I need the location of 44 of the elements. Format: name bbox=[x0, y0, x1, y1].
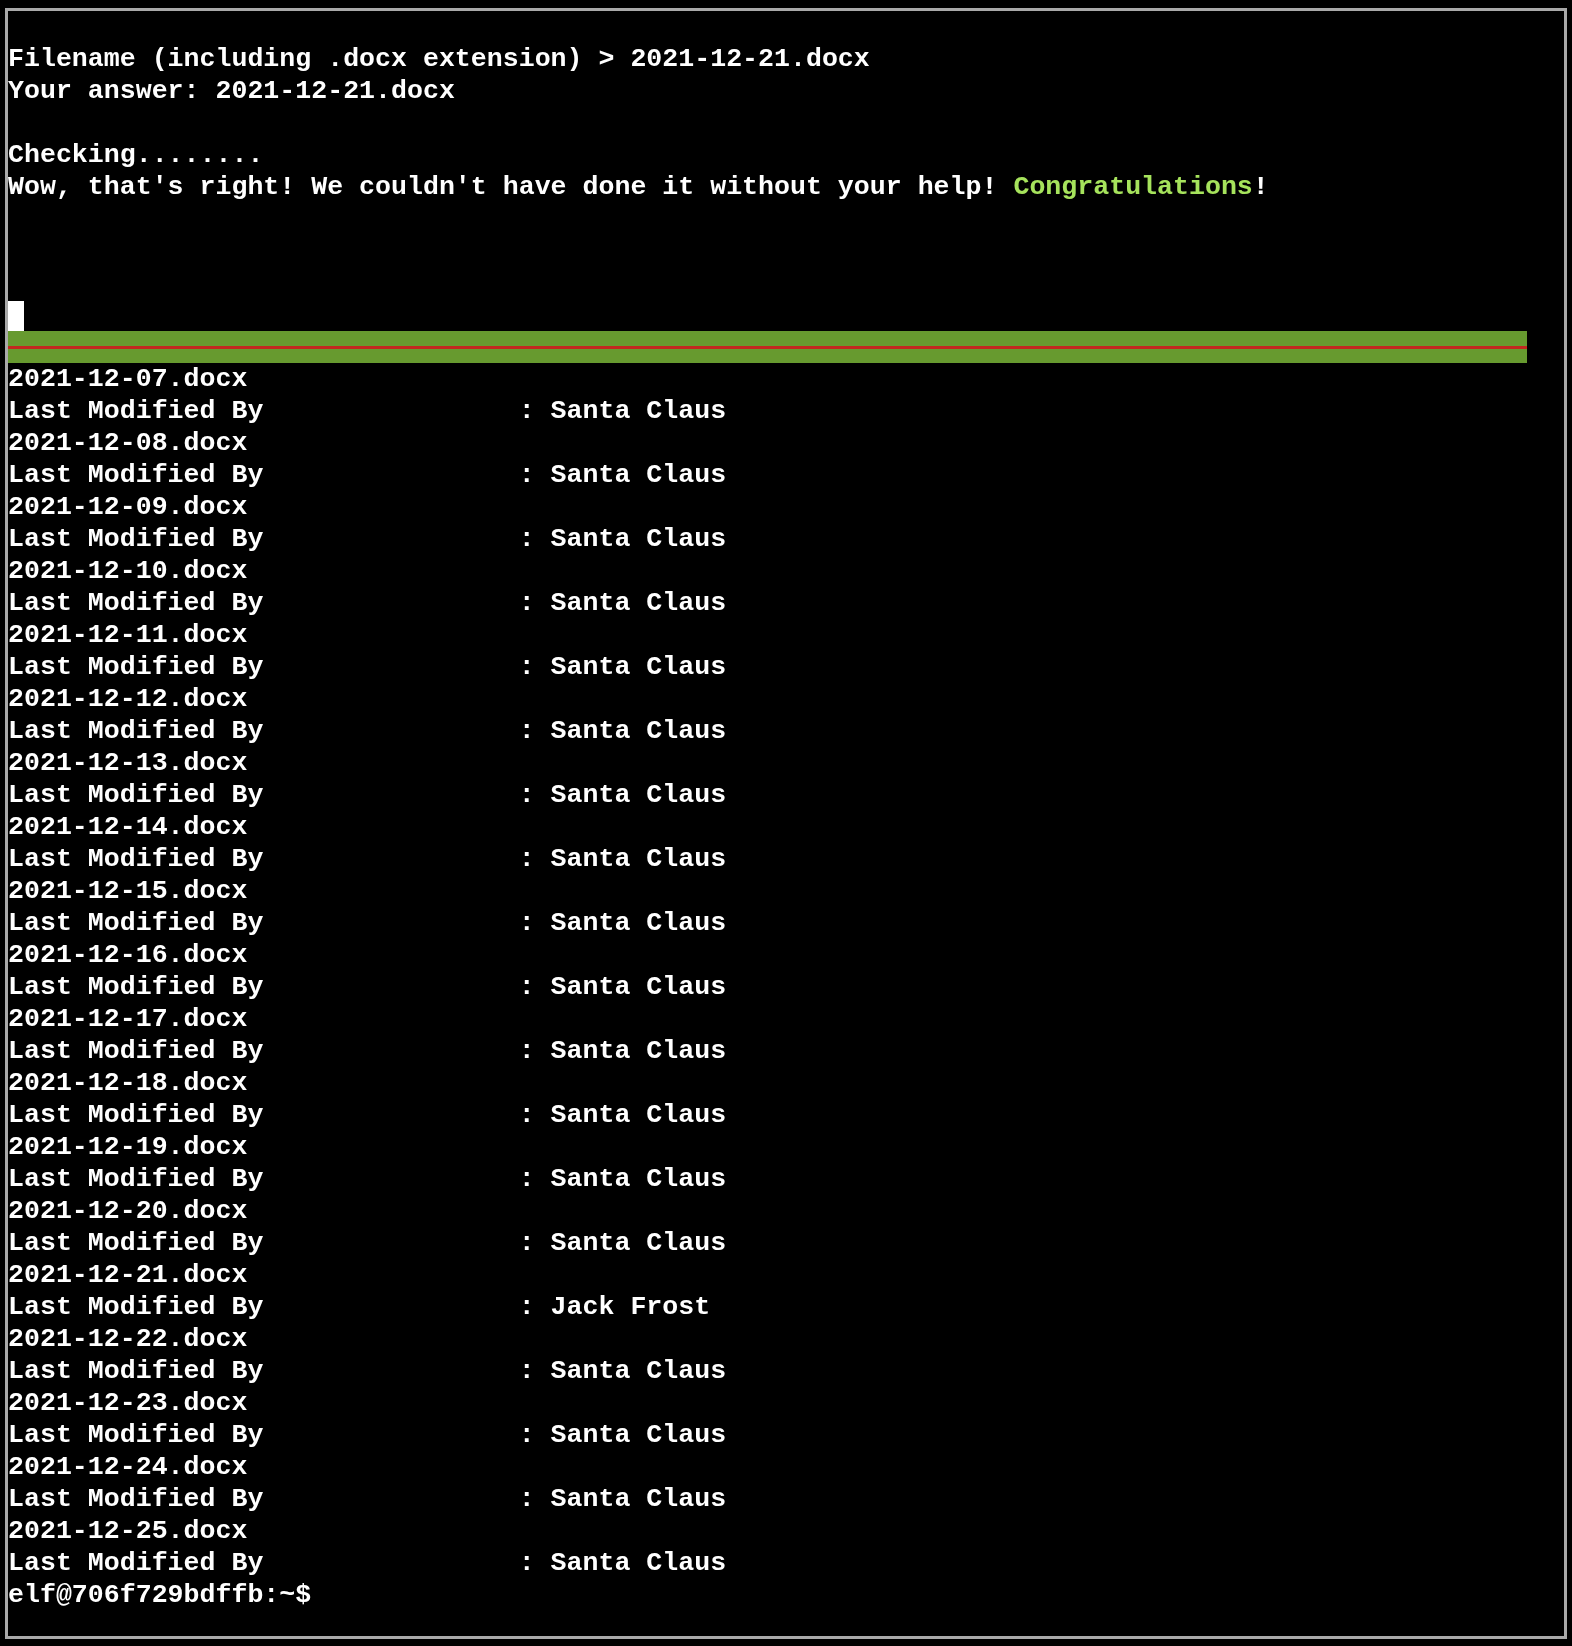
file-name: 2021-12-07.docx bbox=[8, 363, 248, 395]
metadata-line: Last Modified By : Jack Frost bbox=[8, 1291, 711, 1323]
file-name: 2021-12-20.docx bbox=[8, 1195, 248, 1227]
metadata-line: Last Modified By : Santa Claus bbox=[8, 1419, 727, 1451]
shell-prompt: elf@706f729bdffb:~$ bbox=[8, 1579, 312, 1611]
file-name: 2021-12-11.docx bbox=[8, 619, 248, 651]
file-name: 2021-12-08.docx bbox=[8, 427, 248, 459]
metadata-line: Last Modified By : Santa Claus bbox=[8, 651, 727, 683]
metadata-line: Last Modified By : Santa Claus bbox=[8, 1163, 727, 1195]
file-name: 2021-12-22.docx bbox=[8, 1323, 248, 1355]
metadata-line: Last Modified By : Santa Claus bbox=[8, 1547, 727, 1579]
text-cursor bbox=[8, 301, 24, 331]
metadata-line: Last Modified By : Santa Claus bbox=[8, 1099, 727, 1131]
file-name: 2021-12-19.docx bbox=[8, 1131, 248, 1163]
file-name: 2021-12-23.docx bbox=[8, 1387, 248, 1419]
metadata-line: Last Modified By : Santa Claus bbox=[8, 1355, 727, 1387]
terminal-line: Filename (including .docx extension) > 2021-12-21.docx bbox=[8, 43, 870, 75]
metadata-line: Last Modified By : Santa Claus bbox=[8, 1227, 727, 1259]
file-name: 2021-12-17.docx bbox=[8, 1003, 248, 1035]
metadata-line: Last Modified By : Santa Claus bbox=[8, 587, 727, 619]
metadata-line: Last Modified By : Santa Claus bbox=[8, 779, 727, 811]
metadata-line: Last Modified By : Santa Claus bbox=[8, 907, 727, 939]
metadata-line: Last Modified By : Santa Claus bbox=[8, 395, 727, 427]
file-name: 2021-12-13.docx bbox=[8, 747, 248, 779]
metadata-line: Last Modified By : Santa Claus bbox=[8, 1483, 727, 1515]
metadata-line: Last Modified By : Santa Claus bbox=[8, 715, 727, 747]
file-name: 2021-12-21.docx bbox=[8, 1259, 248, 1291]
metadata-line: Last Modified By : Santa Claus bbox=[8, 843, 727, 875]
file-name: 2021-12-24.docx bbox=[8, 1451, 248, 1483]
file-name: 2021-12-12.docx bbox=[8, 683, 248, 715]
terminal-line: Checking........ bbox=[8, 139, 264, 171]
metadata-line: Last Modified By : Santa Claus bbox=[8, 459, 727, 491]
file-name: 2021-12-18.docx bbox=[8, 1067, 248, 1099]
metadata-line: Last Modified By : Santa Claus bbox=[8, 523, 727, 555]
metadata-line: Last Modified By : Santa Claus bbox=[8, 1035, 727, 1067]
file-name: 2021-12-16.docx bbox=[8, 939, 248, 971]
file-name: 2021-12-14.docx bbox=[8, 811, 248, 843]
file-name: 2021-12-15.docx bbox=[8, 875, 248, 907]
terminal-line: Your answer: 2021-12-21.docx bbox=[8, 75, 455, 107]
file-name: 2021-12-25.docx bbox=[8, 1515, 248, 1547]
metadata-line: Last Modified By : Santa Claus bbox=[8, 971, 727, 1003]
terminal-line: Wow, that's right! We couldn't have done it without your help! Congratulations! bbox=[8, 171, 1269, 203]
file-name: 2021-12-09.docx bbox=[8, 491, 248, 523]
file-name: 2021-12-10.docx bbox=[8, 555, 248, 587]
